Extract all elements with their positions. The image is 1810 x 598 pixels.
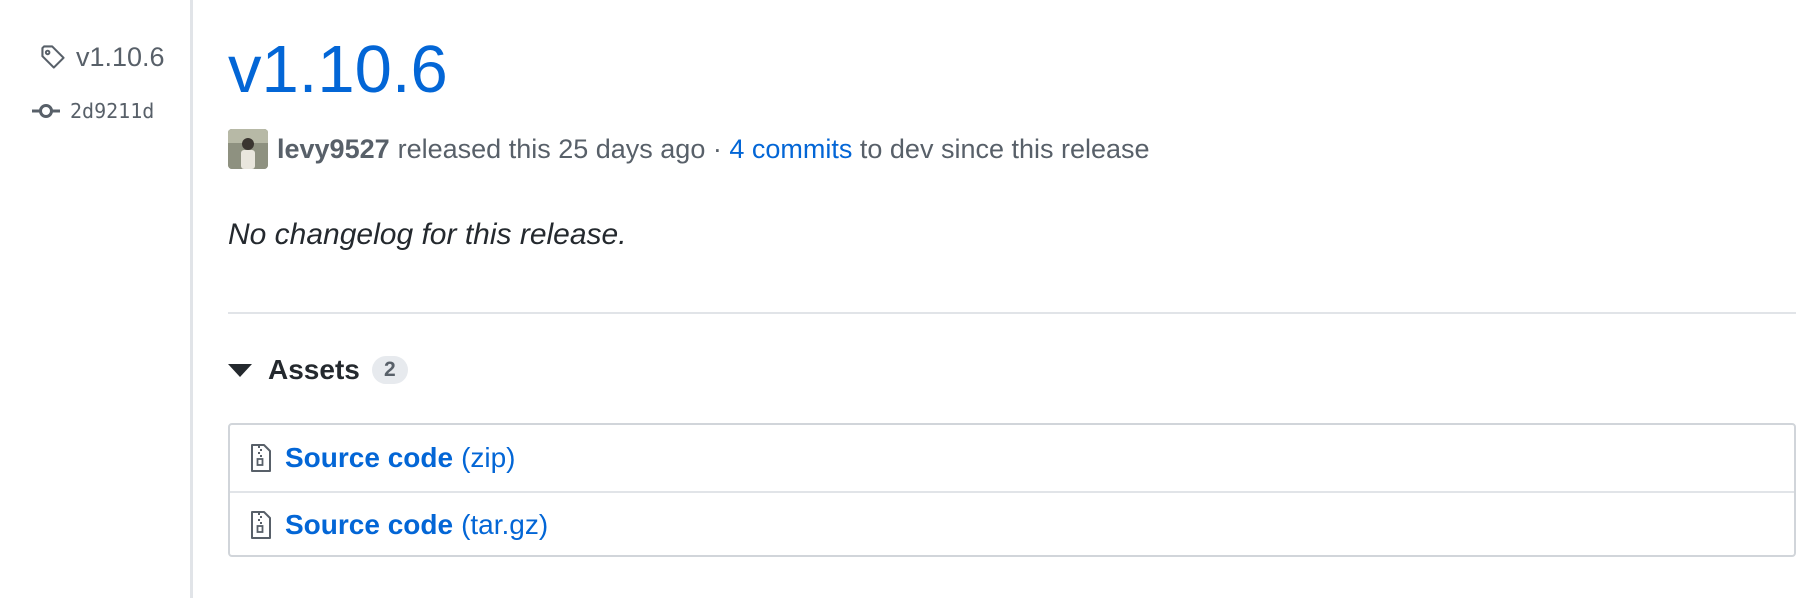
section-divider	[228, 312, 1796, 314]
byline-separator: ·	[705, 133, 730, 164]
release-title[interactable]: v1.10.6	[228, 30, 448, 110]
asset-row[interactable]: Source code (zip)	[230, 425, 1794, 491]
file-zip-icon	[251, 444, 271, 472]
caret-down-icon	[228, 363, 252, 377]
avatar-image-icon	[228, 129, 268, 169]
changelog-text: No changelog for this release.	[228, 218, 627, 251]
asset-ext[interactable]: (tar.gz)	[461, 509, 548, 541]
author-link[interactable]: levy9527	[277, 134, 390, 165]
tag-name: v1.10.6	[76, 41, 165, 72]
release-sidebar: v1.10.6 2d9211d	[0, 0, 190, 598]
tag-link[interactable]: v1.10.6	[40, 40, 165, 74]
git-commit-icon	[32, 104, 60, 118]
asset-name[interactable]: Source code	[285, 442, 453, 474]
asset-ext[interactable]: (zip)	[461, 442, 515, 474]
commit-sha: 2d9211d	[70, 99, 155, 123]
asset-row[interactable]: Source code (tar.gz)	[230, 491, 1794, 557]
tag-icon	[41, 45, 65, 69]
asset-list: Source code (zip) Source code (tar.gz)	[228, 423, 1796, 557]
avatar[interactable]	[228, 129, 268, 169]
release-body: v1.10.6 levy9527 released this 25 days a…	[228, 0, 1796, 598]
asset-name[interactable]: Source code	[285, 509, 453, 541]
commits-link[interactable]: 4 commits	[729, 134, 852, 165]
assets-label: Assets	[268, 354, 360, 385]
since-release-text: to dev since this release	[859, 133, 1150, 164]
assets-count-badge: 2	[371, 356, 408, 384]
release-byline: levy9527 released this 25 days ago · 4 c…	[228, 128, 1150, 170]
commit-link[interactable]: 2d9211d	[32, 96, 154, 126]
assets-toggle[interactable]: Assets 2	[228, 350, 408, 390]
released-text: released this 25 days ago	[397, 133, 706, 164]
timeline-divider	[190, 0, 193, 598]
file-zip-icon	[251, 511, 271, 539]
